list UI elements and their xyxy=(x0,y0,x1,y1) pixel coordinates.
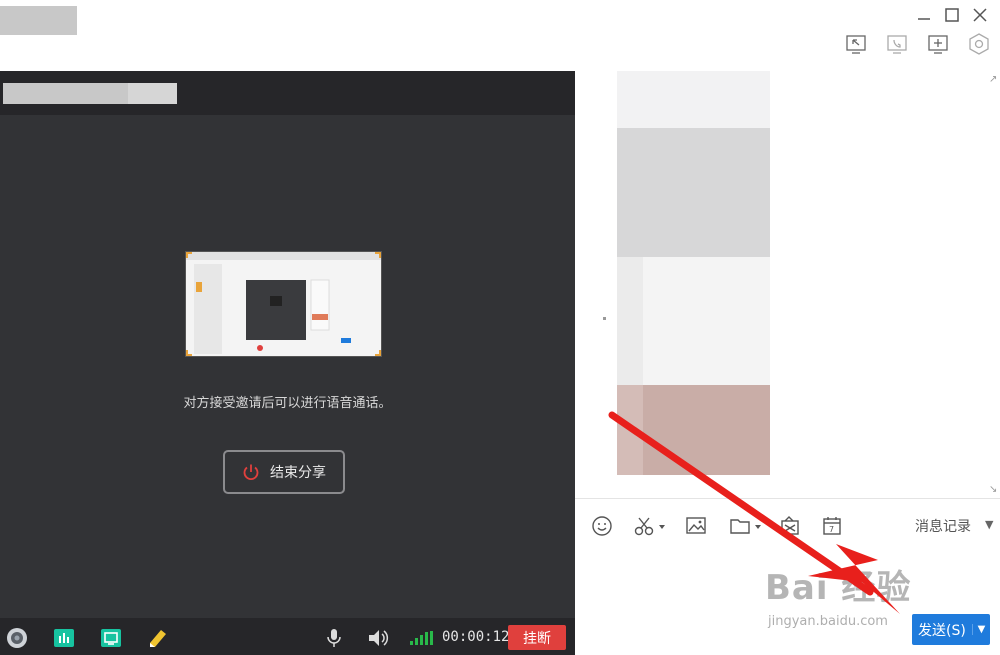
minimize-icon xyxy=(918,18,930,20)
bar-chart-icon xyxy=(54,629,74,647)
shared-screen-preview-image xyxy=(186,252,381,356)
screen-share-panel xyxy=(0,71,575,655)
signal-strength xyxy=(410,630,434,649)
voice-call-button[interactable] xyxy=(883,30,911,58)
screenshot-button[interactable] xyxy=(630,512,670,540)
close-icon xyxy=(973,8,987,22)
voice-call-hint: 对方接受邀请后可以进行语音通话。 xyxy=(183,396,392,411)
pencil-icon xyxy=(150,630,166,647)
power-icon xyxy=(243,464,259,481)
blurred-message-part xyxy=(617,385,643,475)
send-options-caret[interactable]: ▼ xyxy=(972,624,990,635)
file-button[interactable] xyxy=(726,512,766,540)
maximize-icon xyxy=(945,8,959,22)
speaker-button[interactable] xyxy=(364,624,392,652)
image-button[interactable] xyxy=(682,512,710,540)
exit-fullscreen-button[interactable] xyxy=(842,30,870,58)
exit-fullscreen-icon xyxy=(846,35,866,54)
message-history-link[interactable]: 消息记录 xyxy=(915,516,971,536)
blurred-message xyxy=(617,128,770,257)
camera-icon xyxy=(7,628,27,648)
annotate-button[interactable] xyxy=(144,624,172,652)
send-label: 发送(S) xyxy=(918,622,966,639)
settings-hex-icon xyxy=(969,33,989,55)
share-title-blurred-part xyxy=(128,83,177,104)
camera-button[interactable] xyxy=(3,624,31,652)
close-button[interactable] xyxy=(969,4,991,26)
shared-screen-preview xyxy=(185,251,382,357)
signal-icon xyxy=(410,631,433,645)
expand-corner-icon[interactable]: ↗ xyxy=(989,74,997,85)
svg-text:7: 7 xyxy=(829,525,834,534)
speaker-icon xyxy=(369,630,389,646)
blurred-message xyxy=(617,71,770,128)
remote-assist-icon xyxy=(781,516,799,535)
folder-icon xyxy=(730,519,761,534)
voice-call-icon xyxy=(887,35,907,54)
screen-share-icon xyxy=(101,629,121,647)
input-divider xyxy=(575,498,1000,499)
call-timer: 00:00:12 xyxy=(442,629,510,645)
window-title-blurred xyxy=(0,6,77,35)
send-button[interactable]: 发送(S) ▼ xyxy=(912,614,990,645)
screen-share-button[interactable] xyxy=(97,624,125,652)
microphone-button[interactable] xyxy=(320,624,348,652)
hangup-button[interactable]: 挂断 xyxy=(508,625,566,650)
minimize-button[interactable] xyxy=(913,4,935,26)
add-window-icon xyxy=(928,35,948,54)
blurred-message-part xyxy=(617,257,643,385)
settings-button[interactable] xyxy=(965,30,993,58)
end-share-label: 结束分享 xyxy=(270,465,326,481)
collapse-corner-icon[interactable]: ↘ xyxy=(989,484,997,495)
scissors-icon xyxy=(634,517,665,536)
stats-button[interactable] xyxy=(50,624,78,652)
calendar-icon: 7 xyxy=(823,517,841,535)
emoji-icon xyxy=(592,516,612,536)
remote-assist-button[interactable] xyxy=(776,512,804,540)
watermark-url: jingyan.baidu.com xyxy=(768,614,888,629)
calendar-button[interactable]: 7 xyxy=(818,512,846,540)
watermark-logo: Bai 经验 xyxy=(765,568,912,608)
end-share-button[interactable]: 结束分享 xyxy=(223,450,345,494)
scroll-dot xyxy=(603,317,606,320)
microphone-icon xyxy=(327,629,341,647)
maximize-button[interactable] xyxy=(941,4,963,26)
emoji-button[interactable] xyxy=(588,512,616,540)
history-dropdown-caret[interactable]: ▼ xyxy=(985,518,993,531)
image-icon xyxy=(686,517,706,534)
add-window-button[interactable] xyxy=(924,30,952,58)
